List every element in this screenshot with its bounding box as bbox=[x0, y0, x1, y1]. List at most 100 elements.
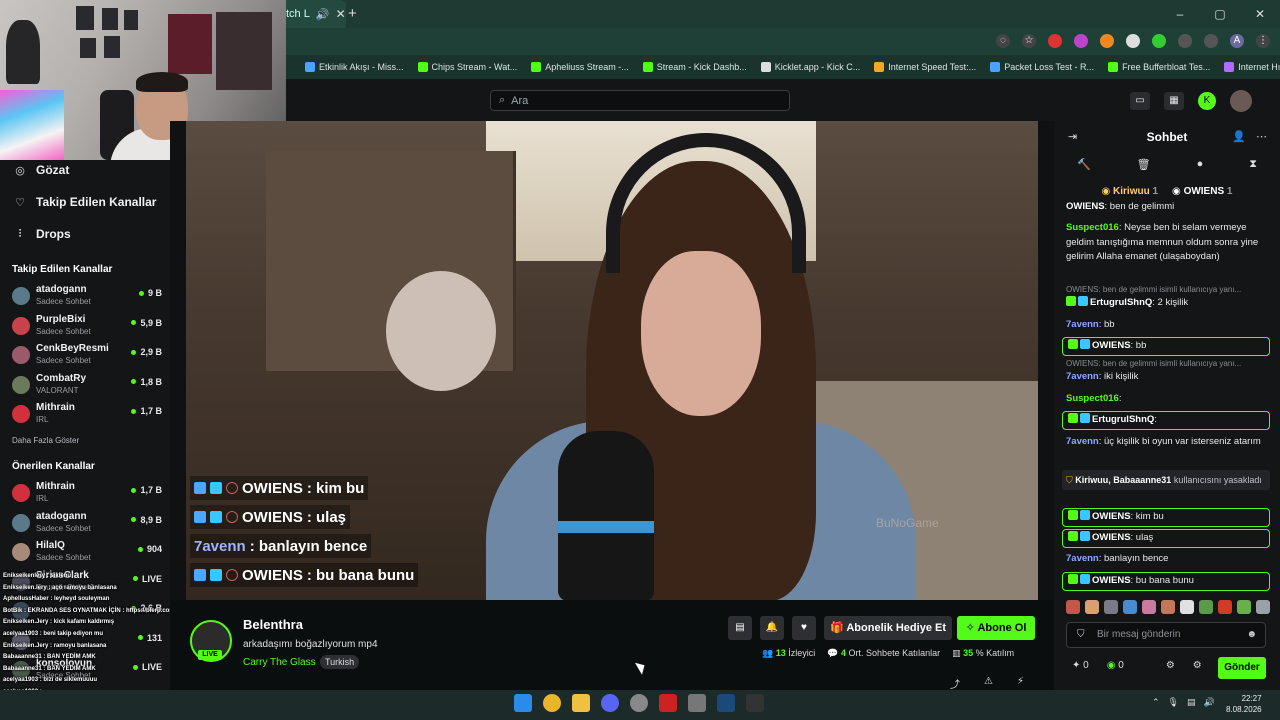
leaderboard-item[interactable]: ◉ OWIENS 1 bbox=[1172, 186, 1232, 197]
bookmark-item[interactable]: Internet Speed Test:... bbox=[869, 62, 981, 72]
epic-games-icon[interactable] bbox=[746, 694, 764, 712]
profile-avatar[interactable]: A bbox=[1230, 34, 1244, 48]
gift-subscription-button[interactable]: 🎁 Abonelik Hediye Et bbox=[824, 616, 952, 640]
app-icon[interactable] bbox=[659, 694, 677, 712]
extension-icon[interactable] bbox=[1048, 34, 1062, 48]
chat-username[interactable]: Suspect016 bbox=[1066, 393, 1119, 404]
chat-username[interactable]: OWIENS bbox=[1066, 201, 1105, 212]
bell-icon[interactable]: 🔔 bbox=[760, 616, 784, 640]
channel-item[interactable]: CenkBeyResmi Sadece Sohbet 2,9 B bbox=[12, 343, 162, 369]
chat-username[interactable]: 7avenn bbox=[1066, 371, 1099, 382]
obs-icon[interactable] bbox=[630, 694, 648, 712]
speaker-icon[interactable]: 🔊 bbox=[316, 8, 330, 21]
bookmark-item[interactable]: Etkinlik Akışı - Miss... bbox=[300, 62, 409, 72]
share-icon[interactable]: ⤴ bbox=[950, 676, 960, 691]
extension-icon[interactable] bbox=[1100, 34, 1114, 48]
windows-start-icon[interactable] bbox=[514, 694, 532, 712]
kebab-menu-icon[interactable]: ⋮ bbox=[1256, 34, 1270, 48]
volume-icon[interactable]: 🔊 bbox=[1204, 697, 1215, 708]
channel-item[interactable]: CombatRy VALORANT 1,8 B bbox=[12, 373, 162, 399]
bookmark-item[interactable]: Stream - Kick Dashb... bbox=[638, 62, 752, 72]
nav-item[interactable]: ♡ Takip Edilen Kanallar bbox=[14, 195, 156, 209]
user-avatar[interactable] bbox=[1230, 90, 1252, 112]
steam-icon[interactable] bbox=[717, 694, 735, 712]
dashboard-icon[interactable]: ▦ bbox=[1164, 92, 1184, 110]
users-icon[interactable]: 👤 bbox=[1232, 130, 1246, 143]
show-more-link[interactable]: Daha Fazla Göster bbox=[12, 436, 79, 445]
nav-item[interactable]: ⫶ Drops bbox=[14, 227, 71, 241]
emote-icon[interactable] bbox=[1180, 600, 1194, 614]
channel-item[interactable]: atadogann Sadece Sohbet 8,9 B bbox=[12, 511, 162, 537]
emote-icon[interactable] bbox=[1142, 600, 1156, 614]
new-tab-button[interactable]: + bbox=[348, 5, 357, 22]
stream-category[interactable]: Carry The Glass bbox=[243, 657, 316, 668]
heart-icon[interactable]: ♥ bbox=[792, 616, 816, 640]
emote-icon[interactable] bbox=[1123, 600, 1137, 614]
emoji-icon[interactable]: ☻ bbox=[1246, 623, 1257, 647]
chat-username[interactable]: OWIENS bbox=[1092, 575, 1131, 586]
chat-username[interactable]: 7avenn bbox=[1066, 319, 1099, 330]
chat-username[interactable]: Suspect016 bbox=[1066, 222, 1119, 233]
emote-icon[interactable] bbox=[1066, 600, 1080, 614]
bookmark-item[interactable]: Free Bufferbloat Tes... bbox=[1103, 62, 1215, 72]
send-button[interactable]: Gönder bbox=[1218, 657, 1266, 679]
bookmark-item[interactable]: Kicklet.app - Kick C... bbox=[756, 62, 866, 72]
hammer-icon[interactable]: 🔨 bbox=[1077, 158, 1091, 180]
gear-icon[interactable]: ⚙ bbox=[1193, 660, 1202, 671]
subscribe-button[interactable]: ✧ Abone Ol bbox=[957, 616, 1035, 640]
extension-icon[interactable] bbox=[1074, 34, 1088, 48]
language-tag[interactable]: Turkish bbox=[320, 655, 360, 669]
bookmark-item[interactable]: Packet Loss Test - R... bbox=[985, 62, 1099, 72]
clip-button[interactable]: ▤ bbox=[728, 616, 752, 640]
trash-icon[interactable]: 🗑 bbox=[1137, 158, 1151, 180]
chevron-up-icon[interactable]: ⌃ bbox=[1152, 697, 1160, 708]
more-icon[interactable]: ⋯ bbox=[1256, 130, 1267, 143]
collapse-chat-icon[interactable]: ⇥ bbox=[1068, 130, 1077, 143]
clock[interactable]: 22:27 8.08.2026 bbox=[1226, 693, 1262, 715]
close-window-button[interactable]: ✕ bbox=[1240, 0, 1280, 28]
menu-list-icon[interactable] bbox=[1204, 34, 1218, 48]
search-input[interactable]: ⌕ Ara bbox=[490, 90, 790, 111]
chrome-icon[interactable] bbox=[543, 694, 561, 712]
channel-item[interactable]: Mithrain IRL 1,7 B bbox=[12, 481, 162, 507]
report-icon[interactable]: ⚠ bbox=[984, 676, 993, 691]
bookmark-item[interactable]: Chips Stream - Wat... bbox=[413, 62, 523, 72]
chat-message-input[interactable]: ⛉ Bir mesaj gönderin ☻ bbox=[1066, 622, 1266, 648]
emote-icon[interactable] bbox=[1199, 600, 1213, 614]
lightning-icon[interactable]: ⚡ bbox=[1017, 676, 1024, 691]
points-a[interactable]: ✦ 0 bbox=[1072, 660, 1089, 671]
mic-icon[interactable]: 🎙 bbox=[1168, 697, 1179, 708]
bookmark-item[interactable]: Internet Hız Testi &... bbox=[1219, 62, 1280, 72]
discord-icon[interactable] bbox=[601, 694, 619, 712]
hourglass-icon[interactable]: ⧗ bbox=[1249, 158, 1257, 180]
channel-item[interactable]: Mithrain IRL 1,7 B bbox=[12, 402, 162, 428]
chat-username[interactable]: ErtugrulShnQ bbox=[1090, 297, 1152, 308]
nav-item[interactable]: ◎ Gözat bbox=[14, 163, 69, 177]
close-tab-icon[interactable]: ✕ bbox=[336, 7, 346, 21]
streamer-name[interactable]: Belenthra bbox=[243, 617, 303, 632]
bookmark-item[interactable]: Apheliuss Stream -... bbox=[526, 62, 634, 72]
extension-icon[interactable] bbox=[1152, 34, 1166, 48]
chat-username[interactable]: ErtugrulShnQ bbox=[1092, 414, 1154, 425]
chat-username[interactable]: 7avenn bbox=[1066, 436, 1099, 447]
channel-item[interactable]: PurpleBixi Sadece Sohbet 5,9 B bbox=[12, 314, 162, 340]
kick-icon[interactable]: K bbox=[1198, 92, 1216, 110]
star-icon[interactable]: ☆ bbox=[1022, 34, 1036, 48]
browser-tab[interactable]: tch L 🔊 ✕ bbox=[278, 0, 346, 28]
chat-username[interactable]: OWIENS bbox=[1092, 532, 1131, 543]
app-icon[interactable] bbox=[688, 694, 706, 712]
eye-off-icon[interactable]: ◌ bbox=[996, 34, 1010, 48]
minimize-button[interactable]: – bbox=[1160, 0, 1200, 28]
emote-icon[interactable] bbox=[1104, 600, 1118, 614]
chat-username[interactable]: OWIENS bbox=[1092, 511, 1131, 522]
emote-icon[interactable] bbox=[1256, 600, 1270, 614]
emote-icon[interactable] bbox=[1237, 600, 1251, 614]
points-b[interactable]: ◉ 0 bbox=[1107, 660, 1124, 671]
puzzle-icon[interactable] bbox=[1178, 34, 1192, 48]
emote-icon[interactable] bbox=[1085, 600, 1099, 614]
chat-username[interactable]: 7avenn bbox=[1066, 553, 1099, 564]
channel-item[interactable]: atadogann Sadece Sohbet 9 B bbox=[12, 284, 162, 310]
channel-item[interactable]: HilalQ Sadece Sohbet 904 bbox=[12, 540, 162, 566]
emote-icon[interactable] bbox=[1161, 600, 1175, 614]
maximize-button[interactable]: ▢ bbox=[1200, 0, 1240, 28]
